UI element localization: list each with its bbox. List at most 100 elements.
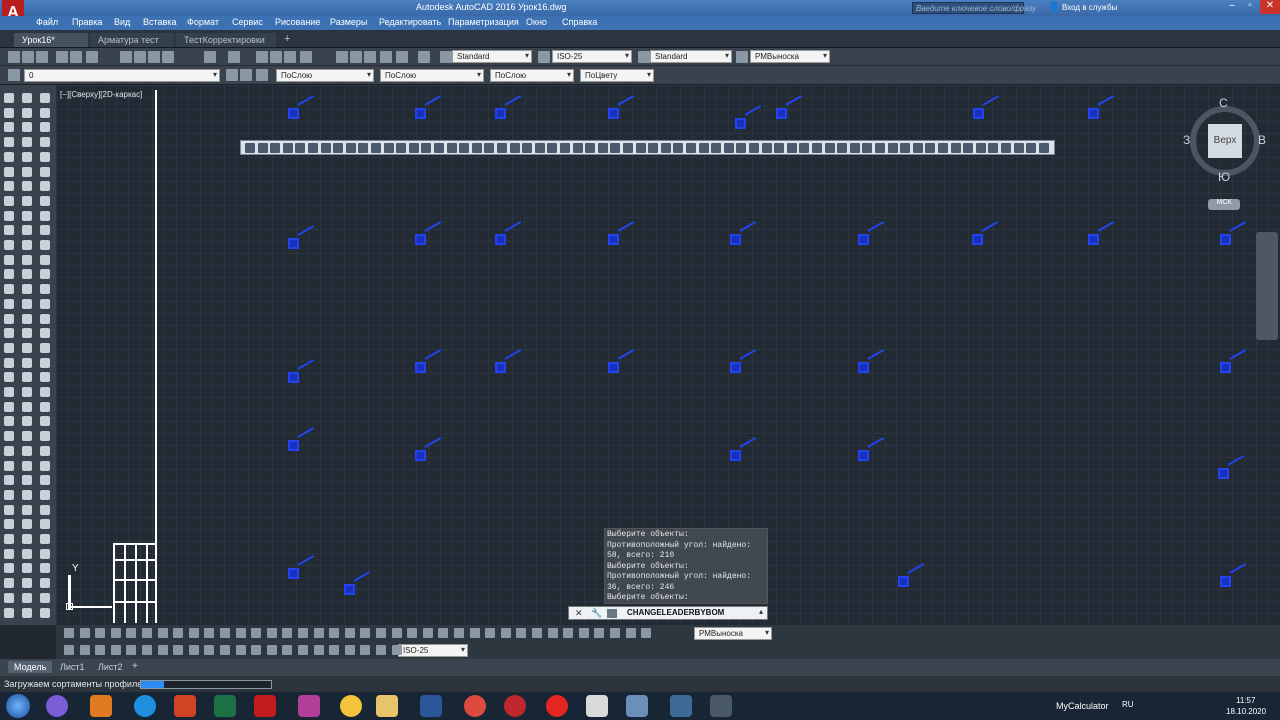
palette-tool-icon[interactable] [4,578,14,589]
maximize-button[interactable]: ▫ [1242,0,1258,14]
leader-mark[interactable] [288,372,299,383]
palette-tool-icon[interactable] [4,225,14,236]
palette-tool-icon[interactable] [4,137,14,148]
properties-icon[interactable] [336,51,348,63]
floating-tool-icon[interactable] [975,143,986,153]
leader-mark[interactable] [730,362,741,373]
leader-mark[interactable] [608,234,619,245]
taskbar-explorer-icon[interactable] [376,695,398,717]
bottom-tool-icon[interactable] [376,645,386,655]
bottom-tool-icon[interactable] [251,628,262,638]
palette-tool-icon[interactable] [40,195,50,206]
leader-mark[interactable] [858,362,869,373]
palette-tool-icon[interactable] [40,563,50,574]
cmd-history-button[interactable]: ▴ [759,607,763,616]
palette-tool-icon[interactable] [4,254,14,265]
palette-tool-icon[interactable] [22,342,32,353]
palette-tool-icon[interactable] [40,181,50,192]
floating-tool-icon[interactable] [963,143,974,153]
palette-tool-icon[interactable] [22,372,32,383]
palette-tool-icon[interactable] [40,416,50,427]
floating-tool-icon[interactable] [761,143,772,153]
floating-tool-icon[interactable] [471,143,482,153]
bottom-tool-icon[interactable] [173,645,184,655]
palette-tool-icon[interactable] [40,460,50,471]
palette-tool-icon[interactable] [40,607,50,618]
menu-draw[interactable]: Рисование [275,17,320,27]
viewport-label[interactable]: [−][Сверху][2D-каркас] [60,90,142,99]
ucs-menu-button[interactable]: МСК [1208,199,1240,210]
palette-tool-icon[interactable] [4,445,14,456]
bottom-tool-icon[interactable] [298,645,308,655]
palette-tool-icon[interactable] [40,592,50,603]
floating-tool-icon[interactable] [585,143,596,153]
floating-tool-icon[interactable] [887,143,898,153]
bottom-tool-icon[interactable] [438,628,449,638]
palette-tool-icon[interactable] [4,240,14,250]
compass-east[interactable]: В [1258,133,1266,147]
palette-tool-icon[interactable] [22,122,32,133]
palette-tool-icon[interactable] [40,445,50,456]
tab-urok16[interactable]: Урок16* [14,33,88,47]
floating-tool-icon[interactable] [383,143,394,153]
palette-tool-icon[interactable] [40,151,50,162]
palette-tool-icon[interactable] [40,357,50,368]
menu-view[interactable]: Вид [114,17,130,27]
palette-tool-icon[interactable] [22,93,32,103]
palette-tool-icon[interactable] [22,181,32,192]
layer-manager-icon[interactable] [8,69,20,81]
language-indicator[interactable]: RU [1122,700,1134,709]
bottom-tool-icon[interactable] [313,645,324,655]
palette-tool-icon[interactable] [40,578,50,589]
leader-mark[interactable] [415,362,426,373]
palette-tool-icon[interactable] [4,401,14,412]
palette-tool-icon[interactable] [40,298,50,309]
publish-icon[interactable] [86,51,98,63]
leader-mark[interactable] [1220,576,1231,587]
floating-tool-icon[interactable] [522,143,533,153]
palette-tool-icon[interactable] [4,431,14,442]
bottom-tool-icon[interactable] [235,645,246,655]
palette-tool-icon[interactable] [40,342,50,353]
floating-tool-icon[interactable] [849,143,860,153]
floating-tool-icon[interactable] [434,143,444,153]
floating-tool-icon[interactable] [623,143,633,153]
floating-tool-icon[interactable] [900,143,911,153]
cut-icon[interactable] [120,51,132,63]
bottom-tool-icon[interactable] [204,628,215,638]
markup-icon[interactable] [396,51,408,63]
color-select[interactable]: ПоСлою [276,69,374,82]
bottom-tool-icon[interactable] [79,645,90,655]
compass-south[interactable]: Ю [1218,170,1230,184]
bottom-tool-icon[interactable] [298,628,308,638]
palette-tool-icon[interactable] [40,284,50,295]
palette-tool-icon[interactable] [40,137,50,148]
floating-tool-icon[interactable] [824,143,835,153]
floating-tool-icon[interactable] [282,143,293,153]
palette-tool-icon[interactable] [4,460,14,471]
menu-window[interactable]: Окно [526,17,547,27]
floating-tool-icon[interactable] [686,143,696,153]
leader-mark[interactable] [973,108,984,119]
bottom-tool-icon[interactable] [204,645,215,655]
bottom-tool-icon[interactable] [110,628,121,638]
palette-tool-icon[interactable] [40,313,50,324]
palette-tool-icon[interactable] [22,431,32,442]
leader-mark[interactable] [858,234,869,245]
palette-tool-icon[interactable] [40,519,50,530]
leader-mark[interactable] [972,234,983,245]
bottom-dim-style-select[interactable]: ISO-25 [398,644,468,657]
taskbar-powerpoint-icon[interactable] [174,695,196,717]
palette-tool-icon[interactable] [40,475,50,486]
bottom-tool-icon[interactable] [220,628,230,638]
undo-icon[interactable] [204,51,216,63]
floating-tool-icon[interactable] [358,143,369,153]
floating-tool-icon[interactable] [736,143,747,153]
palette-tool-icon[interactable] [40,210,50,221]
floating-tool-icon[interactable] [270,143,281,153]
bottom-tool-icon[interactable] [391,645,402,655]
new-tab-button[interactable]: + [284,33,290,45]
bottom-tool-icon[interactable] [500,628,511,638]
menu-dimension[interactable]: Размеры [330,17,367,27]
bottom-tool-icon[interactable] [157,628,168,638]
